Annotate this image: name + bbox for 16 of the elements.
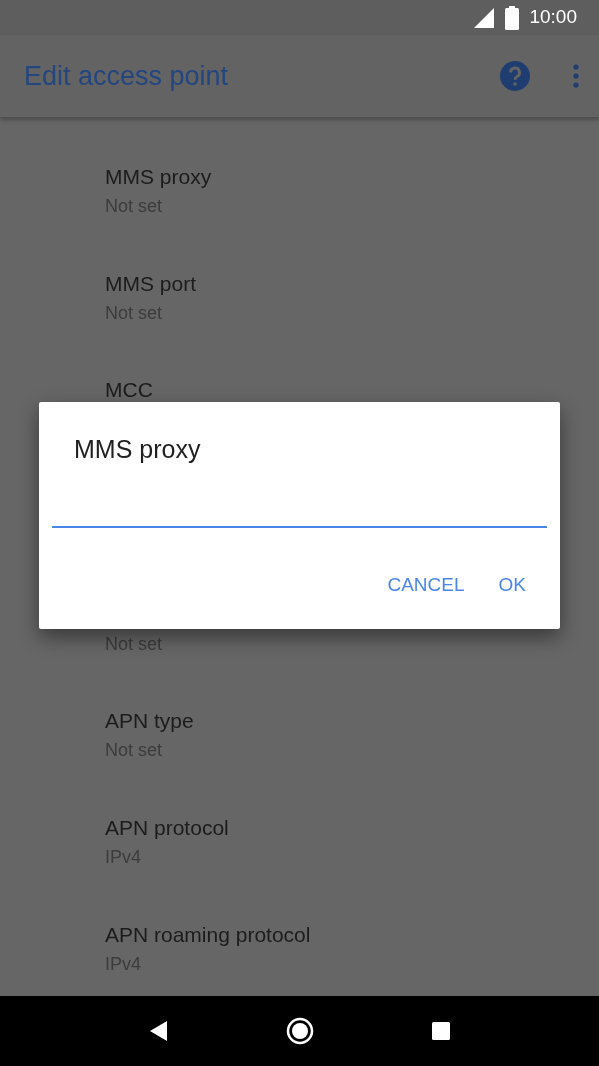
dialog-button[interactable]: OK — [486, 567, 538, 603]
setting-title[interactable]: MMS port — [105, 271, 196, 295]
setting-title[interactable]: APN roaming protocol — [105, 922, 311, 946]
recents-icon[interactable] — [432, 1022, 451, 1040]
battery-icon — [505, 5, 520, 30]
app-title: Edit access point — [24, 59, 230, 93]
dialog-title: MMS proxy — [74, 434, 201, 464]
setting-title[interactable]: APN type — [105, 709, 194, 733]
setting-title[interactable]: APN protocol — [105, 815, 229, 839]
clock: 10:00 — [529, 5, 577, 30]
back-icon[interactable] — [148, 1020, 169, 1042]
home-icon[interactable] — [286, 1017, 315, 1045]
dialog-button[interactable]: CANCEL — [375, 567, 477, 603]
signal-icon — [473, 6, 496, 29]
setting-title[interactable]: MMS proxy — [105, 165, 212, 188]
setting-title[interactable]: MCC — [105, 378, 153, 402]
